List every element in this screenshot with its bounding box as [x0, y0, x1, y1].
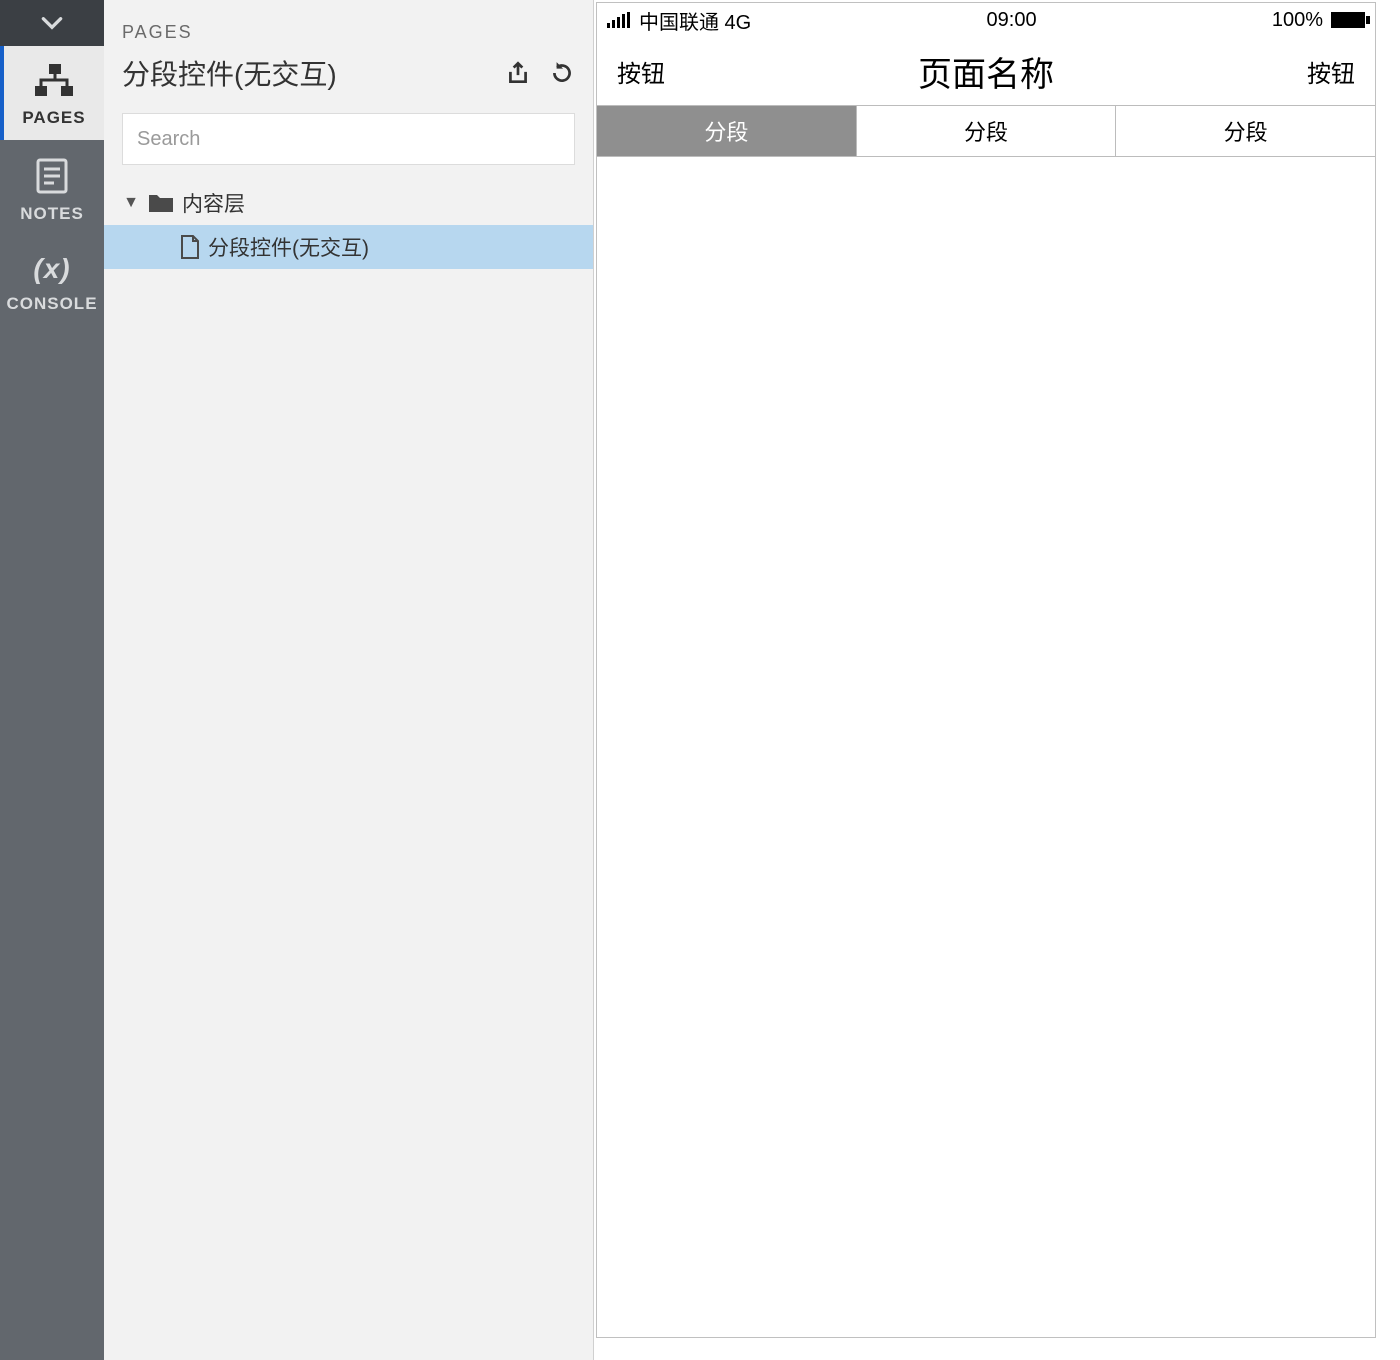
share-button[interactable] [505, 60, 531, 86]
refresh-icon [549, 60, 575, 86]
segment-3[interactable]: 分段 [1116, 106, 1375, 156]
sitemap-icon [32, 62, 76, 100]
status-time: 09:00 [987, 9, 1037, 32]
pages-panel: PAGES 分段控件(无交互) [104, 0, 594, 1360]
page-tree: ▼ 内容层 分段控件(无交互) [104, 175, 593, 269]
segment-2[interactable]: 分段 [857, 106, 1117, 156]
tree-page-row[interactable]: 分段控件(无交互) [104, 225, 593, 269]
tree-page-label: 分段控件(无交互) [208, 232, 369, 262]
rail-tab-pages[interactable]: PAGES [0, 46, 104, 140]
search-input[interactable] [122, 113, 575, 165]
status-bar: 中国联通 4G 09:00 100% [597, 3, 1375, 37]
notes-icon [32, 156, 72, 196]
signal-icon [607, 12, 631, 28]
refresh-button[interactable] [549, 60, 575, 86]
tree-folder-row[interactable]: ▼ 内容层 [104, 181, 593, 225]
nav-title: 页面名称 [918, 47, 1054, 96]
caret-down-icon: ▼ [122, 194, 140, 212]
status-battery-pct: 100% [1272, 9, 1323, 32]
device-frame: 中国联通 4G 09:00 100% 按钮 页面名称 按钮 分段 分段 分段 [596, 2, 1376, 1338]
nav-left-button[interactable]: 按钮 [617, 54, 665, 89]
share-icon [505, 60, 531, 86]
rail-collapse-button[interactable] [0, 0, 104, 46]
rail-tab-console-label: CONSOLE [6, 294, 97, 314]
left-rail: PAGES NOTES (x) CONSOLE [0, 0, 104, 1360]
segment-1[interactable]: 分段 [597, 106, 857, 156]
rail-tab-notes-label: NOTES [20, 204, 84, 224]
page-icon [180, 235, 200, 259]
rail-tab-console[interactable]: (x) CONSOLE [0, 236, 104, 326]
console-icon: (x) [30, 252, 74, 286]
battery-icon [1331, 12, 1365, 28]
chevron-down-icon [39, 10, 65, 36]
rail-tab-pages-label: PAGES [22, 108, 85, 128]
panel-kicker: PAGES [122, 22, 575, 43]
svg-text:(x): (x) [33, 253, 70, 284]
nav-right-button[interactable]: 按钮 [1307, 54, 1355, 89]
status-carrier: 中国联通 4G [639, 6, 751, 35]
rail-tab-notes[interactable]: NOTES [0, 140, 104, 236]
device-content [597, 157, 1375, 1337]
tree-folder-label: 内容层 [182, 188, 245, 218]
nav-bar: 按钮 页面名称 按钮 [597, 37, 1375, 105]
panel-title: 分段控件(无交互) [122, 53, 337, 93]
preview-area: 中国联通 4G 09:00 100% 按钮 页面名称 按钮 分段 分段 分段 [594, 0, 1400, 1360]
segmented-control: 分段 分段 分段 [597, 105, 1375, 157]
folder-icon [148, 192, 174, 214]
